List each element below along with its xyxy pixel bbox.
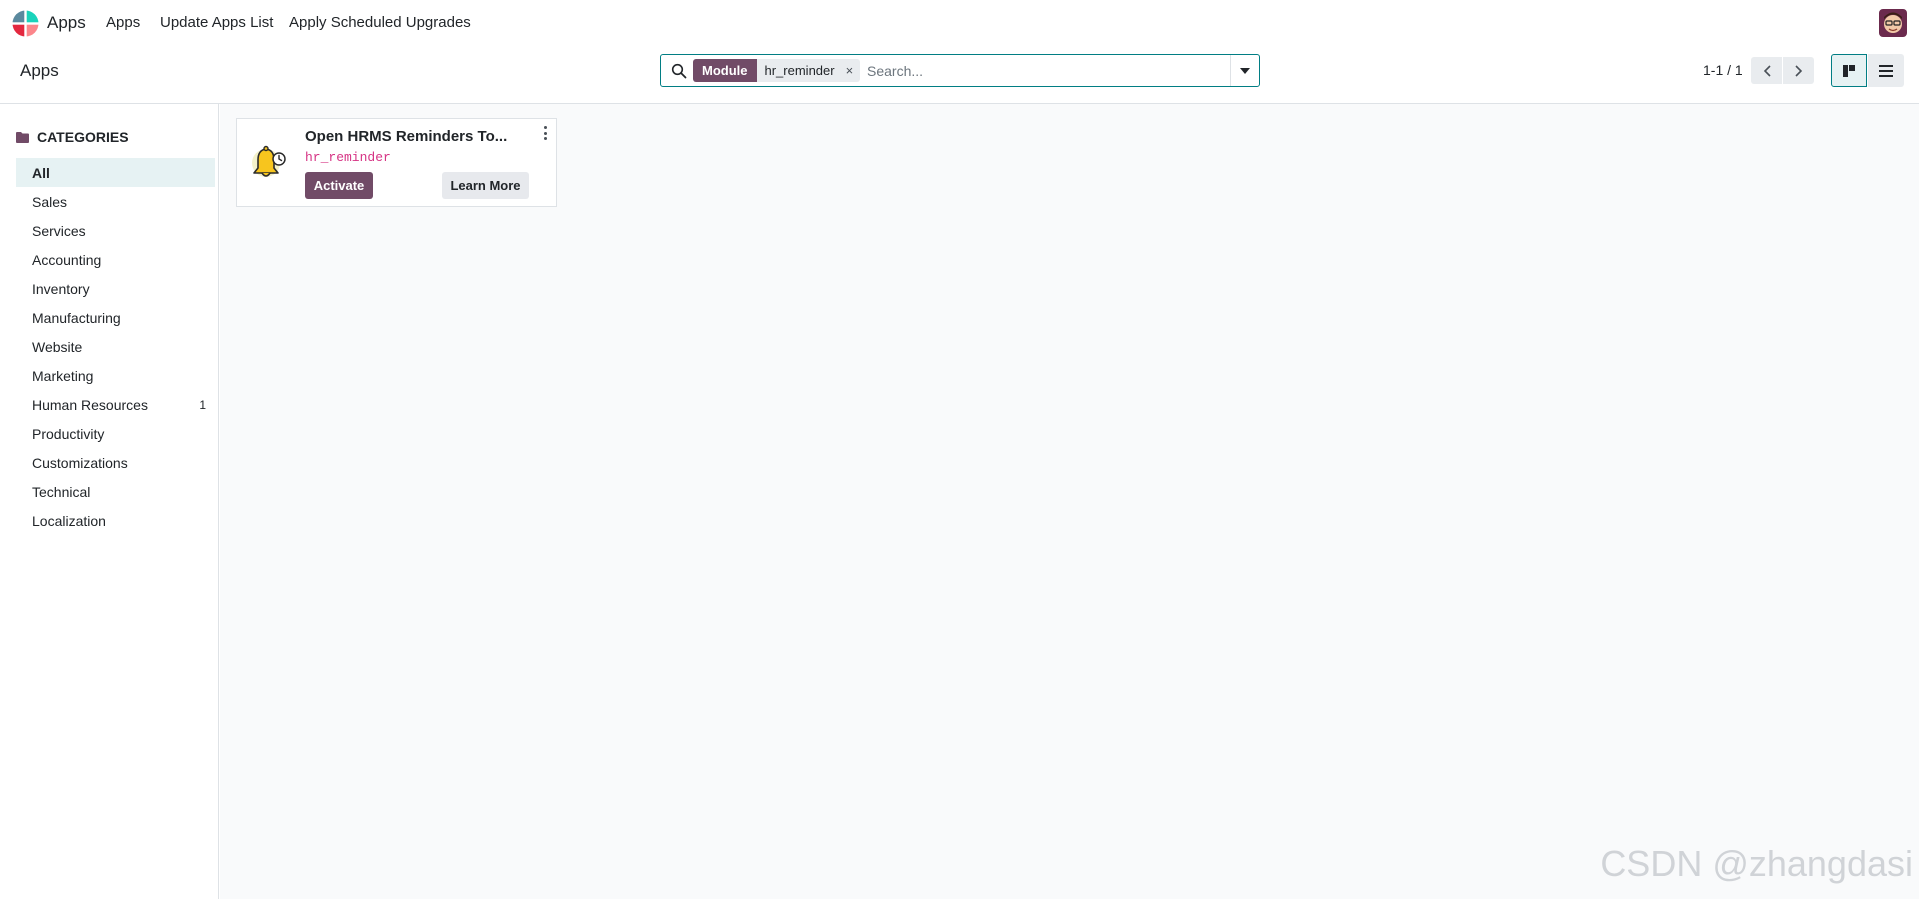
category-item-customizations[interactable]: Customizations: [16, 448, 215, 477]
category-item-sales[interactable]: Sales: [16, 187, 215, 216]
category-item-human-resources[interactable]: Human Resources 1: [16, 390, 215, 419]
kanban-view-icon: [1843, 64, 1855, 77]
search-facet-label: Module: [693, 59, 757, 82]
list-view-button[interactable]: [1868, 54, 1904, 87]
pager-value[interactable]: 1-1 / 1: [1703, 62, 1743, 78]
app-card[interactable]: Open HRMS Reminders To... hr_reminder Ac…: [236, 118, 557, 207]
chevron-right-icon: [1794, 64, 1802, 77]
category-list: All Sales Services Accounting Inventory …: [16, 158, 215, 535]
category-label: Sales: [32, 193, 68, 210]
breadcrumb: Apps: [20, 61, 59, 80]
category-label: Services: [32, 222, 86, 239]
kanban-view-button[interactable]: [1831, 54, 1867, 87]
control-panel: Apps Module hr_reminder × 1-1 / 1: [0, 46, 1919, 104]
app-card-technical-name: hr_reminder: [305, 150, 391, 165]
category-item-manufacturing[interactable]: Manufacturing: [16, 303, 215, 332]
category-item-website[interactable]: Website: [16, 332, 215, 361]
category-count: 1: [199, 397, 206, 412]
search-options-toggle[interactable]: [1230, 55, 1259, 86]
category-item-accounting[interactable]: Accounting: [16, 245, 215, 274]
folder-icon: [16, 131, 29, 143]
category-label: All: [32, 164, 50, 181]
category-label: Inventory: [32, 280, 90, 297]
search-facet: Module hr_reminder ×: [693, 59, 861, 82]
categories-header: CATEGORIES: [16, 129, 129, 145]
category-label: Website: [32, 338, 83, 355]
category-label: Technical: [32, 483, 91, 500]
close-icon[interactable]: ×: [846, 63, 854, 82]
category-item-services[interactable]: Services: [16, 216, 215, 245]
category-label: Localization: [32, 512, 106, 529]
learn-more-button[interactable]: Learn More: [442, 172, 529, 199]
search-panel-sidebar: CATEGORIES All Sales Services Accounting…: [0, 104, 219, 899]
menu-apps[interactable]: Apps: [106, 14, 140, 31]
category-item-marketing[interactable]: Marketing: [16, 361, 215, 390]
menu-apply-scheduled-upgrades[interactable]: Apply Scheduled Upgrades: [289, 14, 471, 31]
categories-header-label: CATEGORIES: [37, 129, 129, 145]
category-label: Accounting: [32, 251, 102, 268]
menu-update-apps-list[interactable]: Update Apps List: [160, 14, 273, 31]
category-label: Customizations: [32, 454, 128, 471]
category-item-inventory[interactable]: Inventory: [16, 274, 215, 303]
app-card-title: Open HRMS Reminders To...: [305, 128, 508, 145]
activate-button[interactable]: Activate: [305, 172, 373, 199]
app-brand-title[interactable]: Apps: [47, 13, 86, 33]
pager-next-button[interactable]: [1783, 57, 1814, 84]
category-label: Marketing: [32, 367, 94, 384]
category-item-all[interactable]: All: [16, 158, 215, 187]
search-facet-value-text: hr_reminder: [764, 63, 835, 78]
category-label: Human Resources: [32, 396, 148, 413]
caret-down-icon: [1240, 67, 1250, 74]
chevron-left-icon: [1763, 64, 1771, 77]
category-item-productivity[interactable]: Productivity: [16, 419, 215, 448]
list-view-icon: [1879, 64, 1893, 77]
category-item-localization[interactable]: Localization: [16, 506, 215, 535]
watermark: CSDN @zhangdasi: [1600, 843, 1913, 884]
pager-previous-button[interactable]: [1751, 57, 1782, 84]
category-label: Manufacturing: [32, 309, 121, 326]
odoo-apps-logo-icon[interactable]: [12, 10, 39, 37]
category-label: Productivity: [32, 425, 105, 442]
search-facet-value: hr_reminder ×: [756, 59, 861, 82]
user-avatar-icon[interactable]: [1879, 9, 1907, 37]
category-item-technical[interactable]: Technical: [16, 477, 215, 506]
search-input[interactable]: [867, 58, 1237, 83]
kanban-view: Open HRMS Reminders To... hr_reminder Ac…: [220, 104, 1919, 899]
search-bar[interactable]: Module hr_reminder ×: [660, 54, 1260, 87]
top-navbar: Apps Apps Update Apps List Apply Schedul…: [0, 0, 1919, 46]
search-icon: [671, 63, 687, 79]
bell-icon: [252, 145, 286, 177]
more-options-icon[interactable]: [540, 126, 550, 140]
